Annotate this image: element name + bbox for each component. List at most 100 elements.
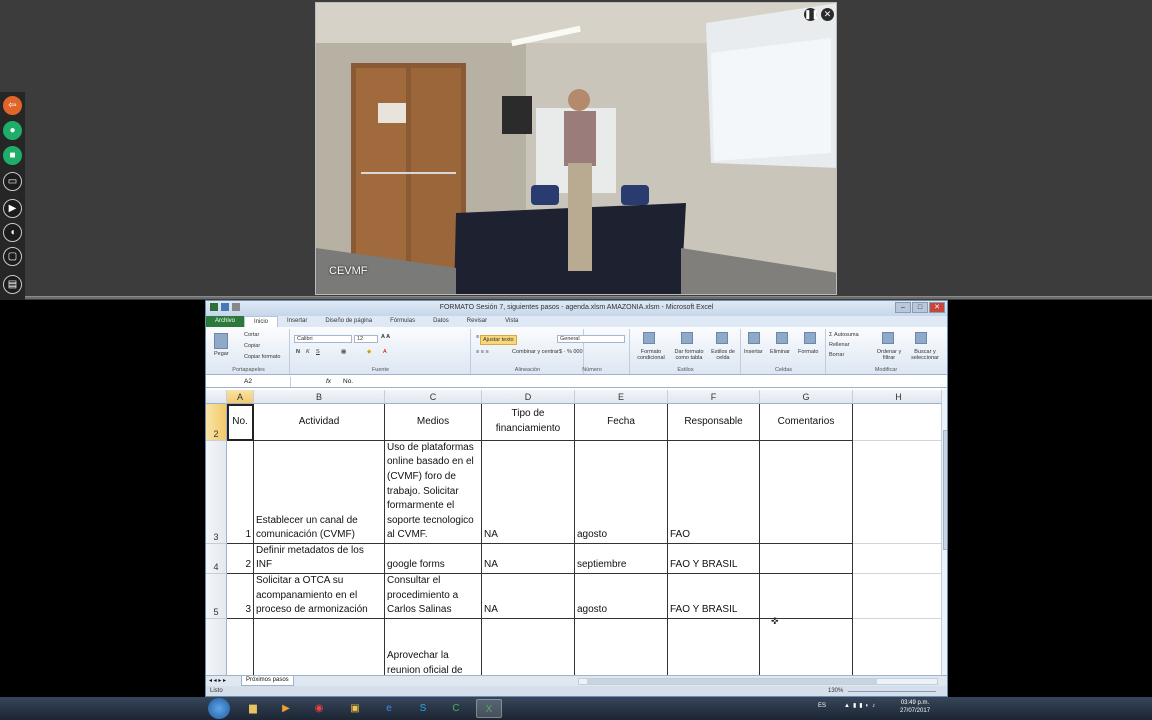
language-indicator[interactable]: ES [818,703,826,709]
table-cell[interactable]: google forms [385,544,482,574]
column-header-c[interactable]: C [385,390,482,404]
table-cell[interactable] [482,619,575,675]
cut-button[interactable]: Cortar [244,332,259,338]
tab-insertar[interactable]: Insertar [278,316,316,327]
sheet-tab[interactable]: Próximos pasos [241,676,294,686]
merge-center-button[interactable]: Combinar y centrar [512,349,559,355]
table-cell[interactable]: Medios [385,404,482,441]
folder-icon[interactable]: ▣ [342,699,368,718]
format-cells-button[interactable]: Formato [798,349,818,355]
share-screen-icon[interactable]: ⇦ [3,96,22,115]
maximize-icon[interactable]: □ [912,302,928,313]
table-cell[interactable]: 1 [227,441,254,544]
table-cell[interactable] [853,619,941,675]
table-cell[interactable] [254,619,385,675]
conditional-format-icon[interactable] [643,332,655,344]
paste-icon[interactable] [214,333,228,349]
name-box[interactable]: A2 [206,377,291,387]
tab-archivo[interactable]: Archivo [206,316,245,327]
table-cell[interactable]: No. [227,404,254,441]
table-cell[interactable]: agosto [575,441,668,544]
font-size-select[interactable]: 12 [354,335,378,343]
table-cell[interactable]: FAO Y BRASIL [668,544,760,574]
spreadsheet-grid[interactable]: A B C D E F G H 2 No. Actividad Medios T… [206,390,941,675]
vertical-scrollbar[interactable] [941,390,947,675]
table-cell[interactable] [853,544,941,574]
table-cell[interactable] [668,619,760,675]
sort-filter-icon[interactable] [882,332,894,344]
table-cell[interactable]: Aprovechar la reunion oficial de [385,619,482,675]
tab-inicio[interactable]: Inicio [244,316,279,327]
format-cells-icon[interactable] [804,332,816,344]
zoom-level[interactable]: 130% [828,686,843,696]
chat-icon[interactable]: ▢ [3,247,22,266]
fx-icon[interactable]: fx [326,377,331,387]
table-cell[interactable]: FAO [668,441,760,544]
table-cell[interactable]: FAO Y BRASIL [668,574,760,619]
tray-icons[interactable]: ▲▮▮◐♪ [844,702,878,709]
table-cell[interactable] [227,619,254,675]
minimize-icon[interactable]: – [895,302,911,313]
scroll-thumb[interactable] [587,679,877,684]
monitor-icon[interactable]: ▭ [3,172,22,191]
column-header-g[interactable]: G [760,390,853,404]
table-cell[interactable]: septiembre [575,544,668,574]
table-cell[interactable]: Fecha [575,404,668,441]
table-cell[interactable]: 2 [227,544,254,574]
paste-label[interactable]: Pegar [214,351,229,357]
microphone-icon[interactable]: ● [3,121,22,140]
column-header-f[interactable]: F [668,390,760,404]
cell-styles-icon[interactable] [716,332,728,344]
horizontal-scrollbar[interactable] [578,678,938,685]
tab-datos[interactable]: Datos [424,316,458,327]
table-cell[interactable] [853,404,941,441]
table-cell[interactable] [575,619,668,675]
tab-formulas[interactable]: Fórmulas [381,316,424,327]
table-cell[interactable] [760,544,853,574]
format-painter-button[interactable]: Copiar formato [244,354,280,360]
delete-cells-button[interactable]: Eliminar [770,349,790,355]
table-cell[interactable]: Comentarios [760,404,853,441]
conditional-format-button[interactable]: Formato condicional [633,349,669,361]
table-cell[interactable]: Tipo de financiamiento [482,404,575,441]
table-cell[interactable]: NA [482,441,575,544]
find-select-icon[interactable] [915,332,927,344]
cell-styles-button[interactable]: Estilos de celda [708,349,738,361]
ie-icon[interactable]: e [376,699,402,718]
scroll-thumb[interactable] [943,430,947,550]
table-cell[interactable] [853,441,941,544]
row-header[interactable]: 4 [206,544,227,574]
font-color-icon[interactable]: A [383,349,387,355]
column-header-a[interactable]: A [227,390,254,404]
align-left-icon[interactable]: ≡ ≡ ≡ [476,349,489,355]
media-player-icon[interactable]: ▶ [273,699,299,718]
font-grow-icon[interactable]: A A [381,334,390,340]
autosum-button[interactable]: Σ Autosuma [829,332,859,338]
sort-filter-button[interactable]: Ordenar y filtrar [873,349,905,361]
camtasia-icon[interactable]: C [443,699,469,718]
font-name-select[interactable]: Calibri [294,335,352,343]
tab-revisar[interactable]: Revisar [458,316,496,327]
table-cell[interactable] [760,441,853,544]
play-icon[interactable]: ▶ [3,199,22,218]
explorer-icon[interactable]: ▆ [240,699,266,718]
format-table-button[interactable]: Dar formato como tabla [671,349,707,361]
start-button[interactable] [208,698,230,719]
table-cell[interactable]: Solicitar a OTCA su acompanamiento en el… [254,574,385,619]
row-header[interactable] [206,619,227,675]
copy-button[interactable]: Copiar [244,343,260,349]
table-cell[interactable]: Responsable [668,404,760,441]
fill-button[interactable]: Rellenar [829,342,849,348]
table-cell[interactable]: agosto [575,574,668,619]
mouse-icon[interactable]: ◖ [3,223,22,242]
currency-icon[interactable]: $ · % 000 [559,349,583,355]
delete-cells-icon[interactable] [776,332,788,344]
bold-icon[interactable]: N [296,349,300,355]
column-header-h[interactable]: H [853,390,941,404]
table-cell[interactable] [853,574,941,619]
table-cell[interactable]: Actividad [254,404,385,441]
table-cell[interactable]: 3 [227,574,254,619]
pane-divider[interactable] [0,296,1152,299]
sheet-nav-icon[interactable]: ◂ ◂ ▸ ▸ [209,676,226,686]
clock[interactable]: 03:49 p.m. 27/07/2017 [900,699,930,715]
